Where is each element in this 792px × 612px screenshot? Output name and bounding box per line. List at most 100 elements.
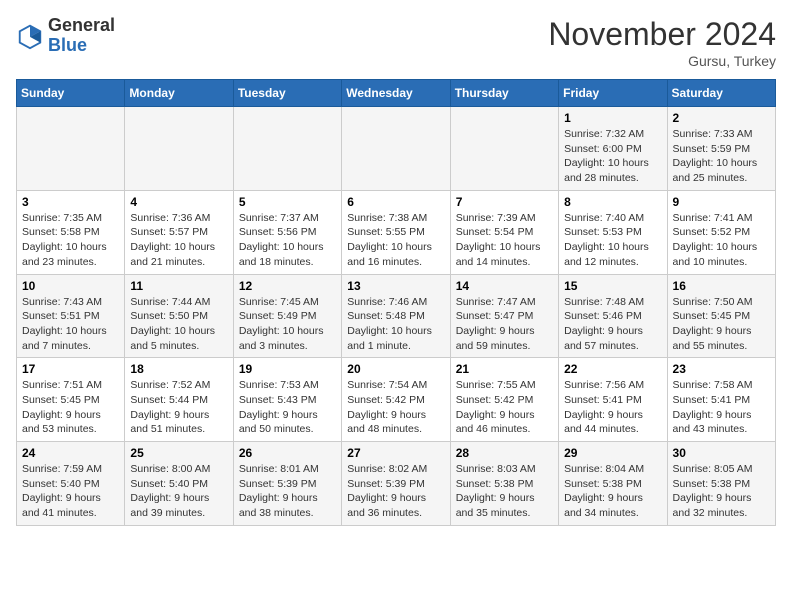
day-info: Sunrise: 8:02 AMSunset: 5:39 PMDaylight:…	[347, 462, 444, 521]
day-info: Sunrise: 7:32 AMSunset: 6:00 PMDaylight:…	[564, 127, 661, 186]
day-info: Sunrise: 7:40 AMSunset: 5:53 PMDaylight:…	[564, 211, 661, 270]
day-number: 21	[456, 362, 553, 376]
day-info: Sunrise: 7:51 AMSunset: 5:45 PMDaylight:…	[22, 378, 119, 437]
calendar-cell: 14 Sunrise: 7:47 AMSunset: 5:47 PMDayligh…	[450, 274, 558, 358]
calendar-cell: 1 Sunrise: 7:32 AMSunset: 6:00 PMDaylight…	[559, 107, 667, 191]
day-number: 28	[456, 446, 553, 460]
calendar-cell: 3 Sunrise: 7:35 AMSunset: 5:58 PMDaylight…	[17, 190, 125, 274]
calendar-cell: 23Sunrise: 7:58 AMSunset: 5:41 PMDayligh…	[667, 358, 775, 442]
day-number: 12	[239, 279, 336, 293]
day-number: 4	[130, 195, 227, 209]
day-number: 10	[22, 279, 119, 293]
calendar-cell: 29 Sunrise: 8:04 AMSunset: 5:38 PMDayligh…	[559, 442, 667, 526]
day-header-friday: Friday	[559, 80, 667, 107]
day-info: Sunrise: 7:56 AMSunset: 5:41 PMDaylight:…	[564, 378, 661, 437]
day-info: Sunrise: 7:36 AMSunset: 5:57 PMDaylight:…	[130, 211, 227, 270]
day-info: Sunrise: 7:54 AMSunset: 5:42 PMDaylight:…	[347, 378, 444, 437]
week-row-4: 17 Sunrise: 7:51 AMSunset: 5:45 PMDayligh…	[17, 358, 776, 442]
day-number: 27	[347, 446, 444, 460]
day-number: 1	[564, 111, 661, 125]
day-info: Sunrise: 7:37 AMSunset: 5:56 PMDaylight:…	[239, 211, 336, 270]
calendar-header-row: SundayMondayTuesdayWednesdayThursdayFrid…	[17, 80, 776, 107]
calendar: SundayMondayTuesdayWednesdayThursdayFrid…	[16, 79, 776, 526]
day-info: Sunrise: 7:55 AMSunset: 5:42 PMDaylight:…	[456, 378, 553, 437]
day-info: Sunrise: 7:48 AMSunset: 5:46 PMDaylight:…	[564, 295, 661, 354]
day-number: 25	[130, 446, 227, 460]
day-number: 15	[564, 279, 661, 293]
calendar-cell: 8 Sunrise: 7:40 AMSunset: 5:53 PMDaylight…	[559, 190, 667, 274]
day-header-wednesday: Wednesday	[342, 80, 450, 107]
day-number: 24	[22, 446, 119, 460]
calendar-cell: 21 Sunrise: 7:55 AMSunset: 5:42 PMDayligh…	[450, 358, 558, 442]
day-info: Sunrise: 7:44 AMSunset: 5:50 PMDaylight:…	[130, 295, 227, 354]
day-info: Sunrise: 7:50 AMSunset: 5:45 PMDaylight:…	[673, 295, 770, 354]
day-info: Sunrise: 7:58 AMSunset: 5:41 PMDaylight:…	[673, 378, 770, 437]
logo-blue: Blue	[48, 36, 115, 56]
day-number: 13	[347, 279, 444, 293]
calendar-cell: 17 Sunrise: 7:51 AMSunset: 5:45 PMDayligh…	[17, 358, 125, 442]
day-number: 16	[673, 279, 770, 293]
day-number: 26	[239, 446, 336, 460]
day-number: 7	[456, 195, 553, 209]
calendar-cell: 6 Sunrise: 7:38 AMSunset: 5:55 PMDaylight…	[342, 190, 450, 274]
calendar-cell: 12 Sunrise: 7:45 AMSunset: 5:49 PMDayligh…	[233, 274, 341, 358]
day-info: Sunrise: 7:47 AMSunset: 5:47 PMDaylight:…	[456, 295, 553, 354]
day-number: 17	[22, 362, 119, 376]
calendar-cell: 19 Sunrise: 7:53 AMSunset: 5:43 PMDayligh…	[233, 358, 341, 442]
day-info: Sunrise: 8:03 AMSunset: 5:38 PMDaylight:…	[456, 462, 553, 521]
week-row-2: 3 Sunrise: 7:35 AMSunset: 5:58 PMDaylight…	[17, 190, 776, 274]
day-number: 3	[22, 195, 119, 209]
day-info: Sunrise: 7:41 AMSunset: 5:52 PMDaylight:…	[673, 211, 770, 270]
day-number: 5	[239, 195, 336, 209]
calendar-cell: 16 Sunrise: 7:50 AMSunset: 5:45 PMDayligh…	[667, 274, 775, 358]
day-info: Sunrise: 8:00 AMSunset: 5:40 PMDaylight:…	[130, 462, 227, 521]
page-header: General Blue November 2024 Gursu, Turkey	[16, 16, 776, 69]
week-row-1: 1 Sunrise: 7:32 AMSunset: 6:00 PMDaylight…	[17, 107, 776, 191]
day-number: 29	[564, 446, 661, 460]
day-number: 2	[673, 111, 770, 125]
day-number: 6	[347, 195, 444, 209]
logo-general: General	[48, 16, 115, 36]
day-header-sunday: Sunday	[17, 80, 125, 107]
day-info: Sunrise: 7:35 AMSunset: 5:58 PMDaylight:…	[22, 211, 119, 270]
day-info: Sunrise: 7:45 AMSunset: 5:49 PMDaylight:…	[239, 295, 336, 354]
calendar-cell	[125, 107, 233, 191]
day-number: 9	[673, 195, 770, 209]
calendar-cell: 20 Sunrise: 7:54 AMSunset: 5:42 PMDayligh…	[342, 358, 450, 442]
calendar-cell: 27 Sunrise: 8:02 AMSunset: 5:39 PMDayligh…	[342, 442, 450, 526]
calendar-cell: 5 Sunrise: 7:37 AMSunset: 5:56 PMDaylight…	[233, 190, 341, 274]
day-number: 20	[347, 362, 444, 376]
calendar-cell: 28 Sunrise: 8:03 AMSunset: 5:38 PMDayligh…	[450, 442, 558, 526]
title-block: November 2024 Gursu, Turkey	[548, 16, 776, 69]
day-info: Sunrise: 8:04 AMSunset: 5:38 PMDaylight:…	[564, 462, 661, 521]
calendar-cell: 10Sunrise: 7:43 AMSunset: 5:51 PMDayligh…	[17, 274, 125, 358]
day-info: Sunrise: 7:38 AMSunset: 5:55 PMDaylight:…	[347, 211, 444, 270]
day-info: Sunrise: 7:39 AMSunset: 5:54 PMDaylight:…	[456, 211, 553, 270]
calendar-cell: 18 Sunrise: 7:52 AMSunset: 5:44 PMDayligh…	[125, 358, 233, 442]
day-number: 8	[564, 195, 661, 209]
calendar-cell: 7 Sunrise: 7:39 AMSunset: 5:54 PMDaylight…	[450, 190, 558, 274]
day-info: Sunrise: 7:33 AMSunset: 5:59 PMDaylight:…	[673, 127, 770, 186]
calendar-cell: 25 Sunrise: 8:00 AMSunset: 5:40 PMDayligh…	[125, 442, 233, 526]
day-info: Sunrise: 7:53 AMSunset: 5:43 PMDaylight:…	[239, 378, 336, 437]
month-title: November 2024	[548, 16, 776, 53]
location: Gursu, Turkey	[548, 53, 776, 69]
week-row-5: 24 Sunrise: 7:59 AMSunset: 5:40 PMDayligh…	[17, 442, 776, 526]
calendar-cell: 2 Sunrise: 7:33 AMSunset: 5:59 PMDaylight…	[667, 107, 775, 191]
day-info: Sunrise: 7:46 AMSunset: 5:48 PMDaylight:…	[347, 295, 444, 354]
logo-icon	[16, 22, 44, 50]
day-number: 19	[239, 362, 336, 376]
day-number: 22	[564, 362, 661, 376]
day-number: 18	[130, 362, 227, 376]
calendar-cell: 24 Sunrise: 7:59 AMSunset: 5:40 PMDayligh…	[17, 442, 125, 526]
day-number: 14	[456, 279, 553, 293]
day-info: Sunrise: 7:59 AMSunset: 5:40 PMDaylight:…	[22, 462, 119, 521]
calendar-cell: 11Sunrise: 7:44 AMSunset: 5:50 PMDayligh…	[125, 274, 233, 358]
day-info: Sunrise: 7:52 AMSunset: 5:44 PMDaylight:…	[130, 378, 227, 437]
day-number: 30	[673, 446, 770, 460]
calendar-cell	[450, 107, 558, 191]
calendar-cell	[233, 107, 341, 191]
calendar-cell: 26 Sunrise: 8:01 AMSunset: 5:39 PMDayligh…	[233, 442, 341, 526]
calendar-cell	[342, 107, 450, 191]
day-info: Sunrise: 8:01 AMSunset: 5:39 PMDaylight:…	[239, 462, 336, 521]
